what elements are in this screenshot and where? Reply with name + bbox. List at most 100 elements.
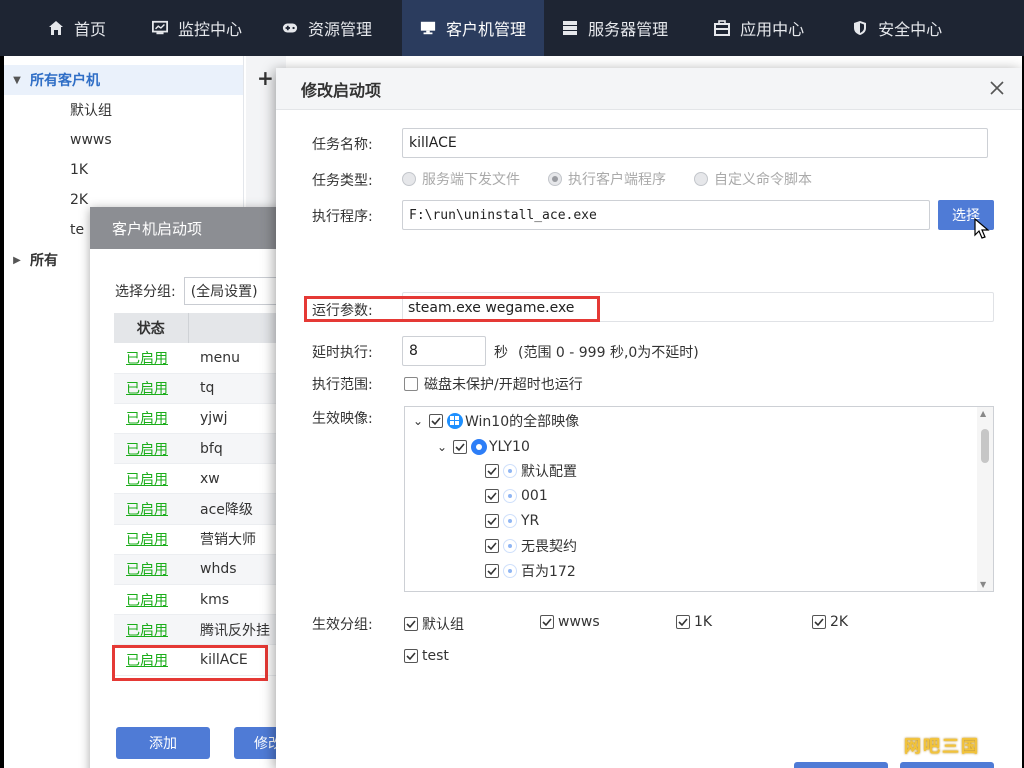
table-row[interactable]: 已启用 ace降级 (114, 493, 300, 525)
radio-run-client-program[interactable]: 执行客户端程序 (548, 169, 666, 189)
scroll-up-icon[interactable]: ▲ (980, 409, 986, 418)
chevron-down-icon[interactable]: ⌄ (413, 414, 429, 428)
group-label: 生效分组: (312, 617, 373, 633)
column-status[interactable]: 状态 (114, 313, 189, 343)
nav-apps[interactable]: 应用中心 (700, 0, 818, 56)
image-node-label: YLY10 (489, 439, 530, 455)
image-tree-leaf[interactable]: 默认配置 (485, 459, 577, 483)
nav-home[interactable]: 首页 (0, 0, 120, 56)
tree-item[interactable]: 1K (4, 155, 243, 185)
config-dot-icon (503, 464, 517, 478)
nav-resource[interactable]: 资源管理 (268, 0, 386, 56)
status-link[interactable]: 已启用 (114, 614, 188, 646)
image-tree-node[interactable]: ⌄ YLY10 (437, 435, 530, 459)
image-leaf-label: 001 (521, 488, 548, 504)
checkbox-checked-icon[interactable] (485, 539, 499, 553)
tree-item-label: te (70, 222, 85, 238)
table-row[interactable]: 已启用 tq (114, 373, 300, 404)
delay-value: 8 (409, 343, 418, 359)
delay-hint: (范围 0 - 999 秒,0为不延时) (518, 345, 699, 361)
image-leaf-label: 默认配置 (521, 464, 577, 480)
caret-right-icon[interactable]: ▶ (4, 255, 30, 266)
group-checkbox[interactable]: 2K (812, 614, 848, 630)
tree-item-label: 2K (70, 192, 89, 208)
image-tree-root-label: Win10的全部映像 (465, 414, 580, 430)
cancel-button[interactable]: 取消 (900, 762, 994, 768)
status-link[interactable]: 已启用 (114, 493, 188, 525)
status-link[interactable]: 已启用 (114, 433, 188, 465)
radio-label: 执行客户端程序 (568, 172, 666, 188)
checkbox-checked-icon[interactable] (453, 440, 467, 454)
table-row[interactable]: 已启用 yjwj (114, 403, 300, 435)
radio-server-send-file[interactable]: 服务端下发文件 (402, 169, 520, 189)
table-row[interactable]: 已启用 whds (114, 554, 300, 586)
add-plus-icon[interactable]: + (257, 66, 274, 90)
tree-item-label: 1K (70, 162, 89, 178)
nav-server[interactable]: 服务器管理 (548, 0, 682, 56)
caret-down-icon[interactable]: ▼ (4, 75, 30, 86)
tree-item[interactable]: wwws (4, 125, 243, 155)
config-dot-icon (503, 489, 517, 503)
table-row[interactable]: 已启用 bfq (114, 433, 300, 465)
radio-custom-script[interactable]: 自定义命令脚本 (694, 169, 812, 189)
group-checkbox[interactable]: 默认组 (404, 614, 464, 634)
status-link[interactable]: 已启用 (114, 554, 188, 586)
table-row[interactable]: 已启用 营销大师 (114, 524, 300, 555)
table-row[interactable]: 已启用 腾讯反外挂 (114, 614, 300, 646)
tree-item-label: wwws (70, 132, 112, 148)
checkbox-checked-icon[interactable] (485, 464, 499, 478)
nav-resource-label: 资源管理 (308, 20, 373, 39)
chevron-down-icon[interactable]: ⌄ (437, 440, 453, 454)
nav-client-label: 客户机管理 (446, 20, 527, 39)
image-tree-leaf[interactable]: 百为172 (485, 559, 576, 583)
scope-checkbox[interactable]: 磁盘未保护/开超时也运行 (404, 374, 583, 394)
checkbox-checked-icon[interactable] (485, 489, 499, 503)
image-tree-leaf[interactable]: 无畏契约 (485, 534, 577, 558)
image-tree-leaf[interactable]: YR (485, 509, 539, 533)
image-tree-root[interactable]: ⌄ Win10的全部映像 (413, 409, 579, 433)
config-dot-icon (503, 539, 517, 553)
nav-security-label: 安全中心 (878, 20, 943, 39)
status-link[interactable]: 已启用 (114, 373, 188, 404)
delay-input[interactable]: 8 (402, 336, 486, 366)
checkbox-checked-icon[interactable] (485, 514, 499, 528)
program-input[interactable]: F:\run\uninstall_ace.exe (402, 200, 930, 230)
monitor-chart-icon (152, 20, 169, 36)
status-link[interactable]: 已启用 (114, 403, 188, 435)
image-tree-leaf[interactable]: 001 (485, 484, 548, 508)
status-link[interactable]: 已启用 (114, 524, 188, 555)
nav-client[interactable]: 客户机管理 (402, 0, 545, 56)
group-checkbox[interactable]: test (404, 648, 449, 664)
group-select[interactable]: (全局设置) (183, 277, 284, 305)
tree-root[interactable]: ▼ 所有客户机 (4, 65, 243, 95)
image-tree: ⌄ Win10的全部映像 ⌄ YLY10 默认配置 001 YR 无畏契约 百为… (404, 406, 994, 592)
status-link[interactable]: 已启用 (114, 584, 188, 616)
scrollbar-thumb[interactable] (981, 429, 989, 463)
add-button[interactable]: 添加 (116, 727, 210, 759)
app-body: ▼ 所有客户机 默认组 wwws 1K 2K te ▶ 所有 + 客户机启动项 … (4, 56, 1022, 768)
checkbox-checked-icon[interactable] (485, 564, 499, 578)
status-link[interactable]: 已启用 (114, 463, 188, 495)
checkbox-checked-icon[interactable] (429, 414, 443, 428)
status-link[interactable]: 已启用 (114, 343, 188, 374)
group-checkbox[interactable]: 1K (676, 614, 712, 630)
nav-security[interactable]: 安全中心 (838, 0, 956, 56)
table-row[interactable]: 已启用 xw (114, 463, 300, 495)
group-checkbox-label: wwws (558, 614, 600, 630)
nav-monitor[interactable]: 监控中心 (138, 0, 256, 56)
startup-items-table: 状态 名 已启用menu 已启用tq 已启用yjwj 已启用bfq 已启用xw … (114, 313, 300, 676)
scroll-down-icon[interactable]: ▼ (980, 580, 986, 589)
image-tree-scrollbar[interactable]: ▲ ▼ (977, 407, 993, 591)
table-row[interactable]: 已启用 kms (114, 584, 300, 616)
task-name-input[interactable]: killACE (402, 128, 988, 158)
table-row[interactable]: 已启用 menu (114, 343, 300, 374)
delay-unit: 秒 (494, 345, 508, 361)
tree-item[interactable]: 默认组 (4, 95, 243, 125)
group-checkbox[interactable]: wwws (540, 614, 600, 630)
nav-server-label: 服务器管理 (588, 20, 669, 39)
close-icon[interactable] (986, 77, 1008, 99)
task-type-radio-group: 服务端下发文件 执行客户端程序 自定义命令脚本 (402, 169, 840, 189)
home-icon (48, 20, 64, 36)
task-name-label: 任务名称: (312, 137, 373, 153)
ok-button[interactable]: 确定 (794, 762, 888, 768)
